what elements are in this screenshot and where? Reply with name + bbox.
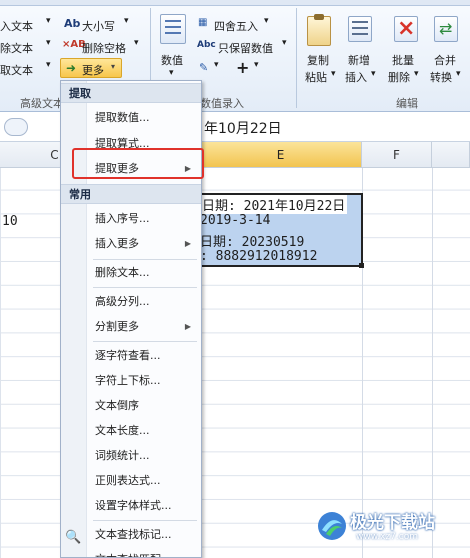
dropdown-caret-icon[interactable]: ▾	[214, 60, 219, 70]
dropdown-caret-icon[interactable]: ▾	[282, 38, 287, 48]
ribbon-tab-strip	[0, 0, 470, 6]
dropdown-caret-icon[interactable]: ▾	[371, 69, 376, 79]
submenu-arrow-icon: ▶	[184, 322, 191, 331]
group-label-advanced-text: 高级文本	[20, 97, 64, 110]
menu-item-char-view[interactable]: 逐字符查看...	[61, 345, 201, 367]
round-button[interactable]: 四舍五入	[214, 18, 258, 34]
dropdown-caret-icon[interactable]: ▾	[456, 69, 461, 79]
menu-item-advanced-split[interactable]: 高级分列...	[61, 291, 201, 313]
insert-icon	[348, 16, 372, 42]
menu-section-common: 常用	[61, 184, 201, 204]
ribbon-item-delete-text[interactable]: 除文本	[0, 40, 33, 56]
dropdown-caret-icon[interactable]: ▾	[134, 38, 139, 48]
menu-separator	[93, 520, 197, 521]
column-header-g[interactable]	[432, 142, 470, 168]
plus-button[interactable]: +	[236, 58, 249, 77]
delete-spaces-button[interactable]: 删除空格	[82, 40, 126, 56]
value-button[interactable]: 数值	[161, 52, 183, 68]
find-text-icon: 🔍	[65, 530, 82, 545]
column-header-f[interactable]: F	[362, 142, 432, 168]
menu-item-find-match[interactable]: 文本查找匹配	[61, 549, 201, 557]
column-header-e[interactable]: E	[200, 142, 362, 168]
cell-e-row1[interactable]: 日期: 2021年10月22日	[200, 195, 348, 214]
menu-item-delete-text[interactable]: 删除文本...	[61, 262, 201, 284]
dropdown-caret-icon[interactable]: ▾	[46, 38, 51, 48]
clipboard-icon	[307, 14, 331, 46]
batch-delete-icon: ×	[394, 16, 418, 42]
ribbon-item-extract-text[interactable]: 取文本	[0, 62, 33, 78]
arrow-right-icon: ➜	[66, 61, 77, 75]
watermark: 极光下载站 www.xz7.com	[310, 504, 470, 552]
cell-e-row3[interactable]: 日期: 20230519	[200, 231, 304, 250]
menu-separator	[93, 259, 197, 260]
case-button[interactable]: 大小写	[82, 18, 115, 34]
aurora-logo-icon	[318, 512, 346, 540]
menu-item-word-frequency[interactable]: 词频统计...	[61, 445, 201, 467]
dropdown-caret-icon[interactable]: ▾	[254, 60, 259, 70]
group-divider	[296, 8, 297, 108]
menu-item-insert-serial[interactable]: 插入序号...	[61, 208, 201, 230]
merge-icon: ⇄	[434, 16, 458, 42]
menu-item-text-length[interactable]: 文本长度...	[61, 420, 201, 442]
merge-label-1[interactable]: 合并	[434, 52, 456, 68]
annotation-highlight-box	[72, 148, 204, 179]
more-button-label: 更多	[82, 64, 104, 77]
keep-value-icon: Abc	[197, 40, 216, 50]
dropdown-caret-icon[interactable]: ▾	[124, 16, 129, 26]
cell-value[interactable]: 10	[2, 214, 18, 229]
batch-delete-label-2[interactable]: 删除	[388, 69, 410, 85]
formula-input[interactable]: 年10月22日	[204, 118, 282, 138]
chevron-down-icon: ▾	[111, 62, 116, 71]
edit-icon[interactable]: ✎	[199, 61, 208, 74]
menu-separator	[93, 287, 197, 288]
merge-label-2[interactable]: 转换	[430, 69, 452, 85]
dropdown-caret-icon[interactable]: ▾	[46, 16, 51, 26]
menu-item-insert-more-label: 插入更多	[95, 237, 139, 250]
group-label-edit: 编辑	[396, 97, 418, 110]
dropdown-caret-icon[interactable]: ▾	[169, 68, 174, 78]
copy-paste-label-2[interactable]: 粘贴	[305, 69, 327, 85]
fill-handle[interactable]	[359, 263, 364, 268]
dropdown-caret-icon[interactable]: ▾	[414, 69, 419, 79]
menu-item-insert-more[interactable]: 插入更多 ▶	[61, 233, 201, 255]
name-box[interactable]	[4, 118, 28, 136]
menu-item-find-mark-label: 文本查找标记...	[95, 528, 172, 541]
menu-item-split-more-label: 分割更多	[95, 320, 139, 333]
insert-label-2[interactable]: 插入	[345, 69, 367, 85]
copy-paste-label-1[interactable]: 复制	[307, 52, 329, 68]
menu-item-reverse-text[interactable]: 文本倒序	[61, 395, 201, 417]
round-icon: ▦	[198, 17, 208, 28]
menu-item-find-mark[interactable]: 🔍 文本查找标记...	[61, 524, 201, 546]
dropdown-caret-icon[interactable]: ▾	[46, 60, 51, 70]
cell-e-row2[interactable]: 2019-3-14	[200, 213, 270, 228]
menu-item-split-more[interactable]: 分割更多 ▶	[61, 316, 201, 338]
menu-item-superscript[interactable]: 字符上下标...	[61, 370, 201, 392]
number-icon	[160, 14, 186, 44]
keep-value-button[interactable]: 只保留数值	[218, 40, 273, 56]
menu-item-regex[interactable]: 正则表达式...	[61, 470, 201, 492]
cell-e-row4[interactable]: : 8882912018912	[200, 249, 317, 264]
watermark-url: www.xz7.com	[356, 532, 418, 542]
grid-line	[432, 168, 433, 558]
ribbon-item-insert-text[interactable]: 入文本	[0, 18, 33, 34]
menu-item-extract-number[interactable]: 提取数值...	[61, 107, 201, 129]
submenu-arrow-icon: ▶	[184, 239, 191, 248]
watermark-text: 极光下载站	[350, 513, 435, 533]
batch-delete-label-1[interactable]: 批量	[392, 52, 414, 68]
dropdown-caret-icon[interactable]: ▾	[331, 69, 336, 79]
menu-section-extract: 提取	[61, 83, 201, 103]
menu-item-font-style[interactable]: 设置字体样式...	[61, 495, 201, 517]
menu-separator	[93, 341, 197, 342]
dropdown-caret-icon[interactable]: ▾	[264, 16, 269, 26]
more-button[interactable]: ➜ 更多 ▾	[60, 58, 122, 78]
group-label-number-entry: 数值录入	[200, 97, 244, 110]
case-icon: Ab	[64, 17, 81, 30]
insert-label-1[interactable]: 新增	[348, 52, 370, 68]
